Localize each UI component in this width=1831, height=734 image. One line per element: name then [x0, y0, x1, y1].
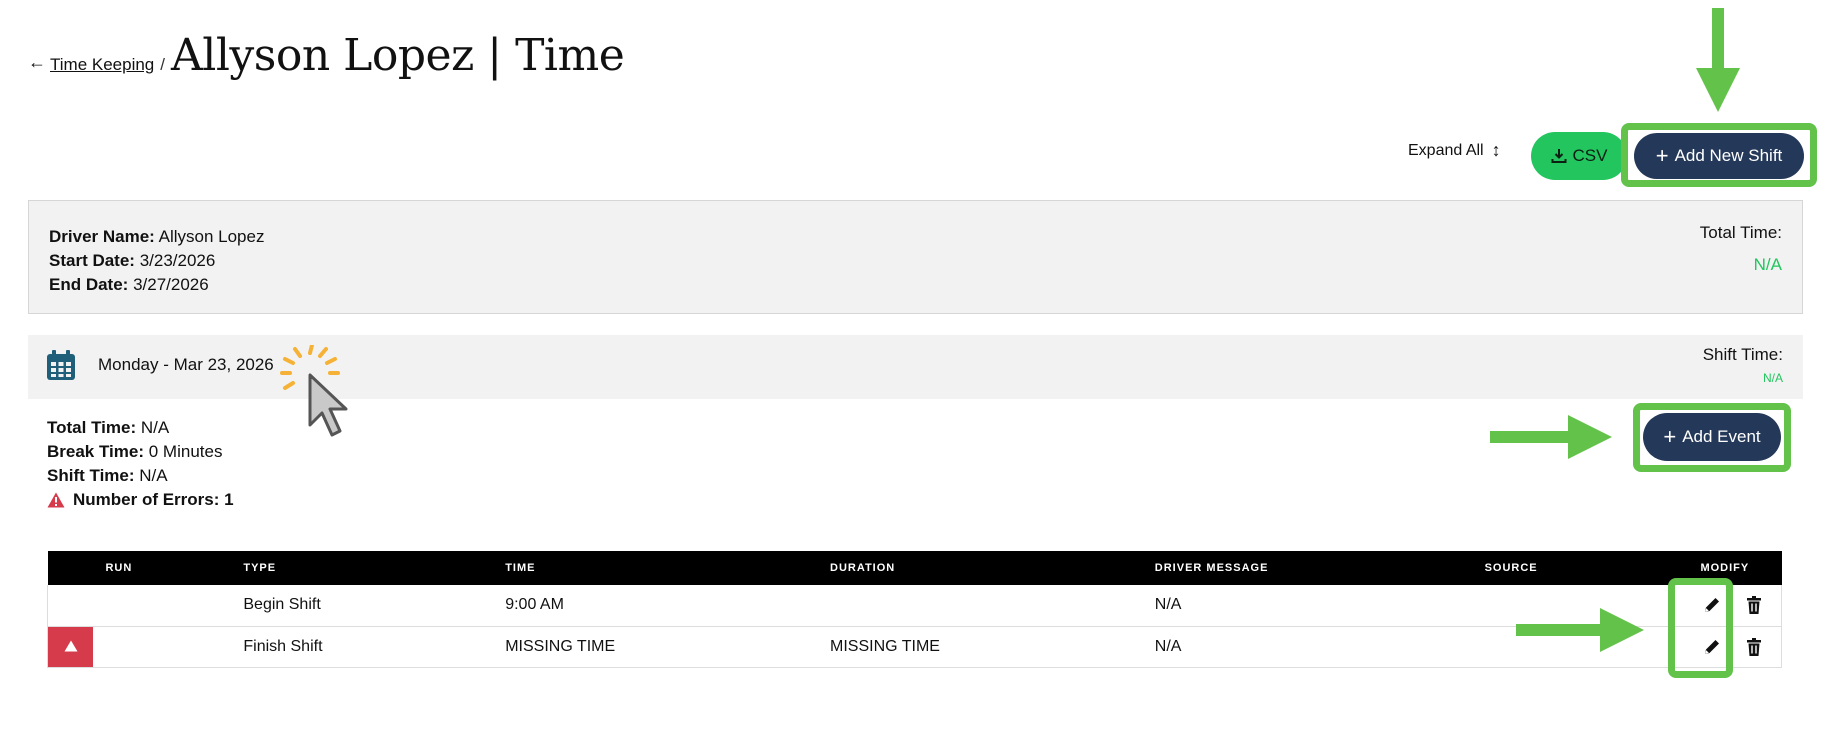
add-event-highlight-box	[1633, 403, 1791, 472]
driver-summary-panel: Driver Name: Allyson Lopez Start Date: 3…	[28, 200, 1803, 314]
break-time-value: 0 Minutes	[148, 442, 223, 461]
run-cell	[93, 626, 243, 667]
csv-label: CSV	[1572, 146, 1608, 165]
type-cell: Begin Shift	[243, 596, 321, 614]
total-time-summary: Total Time: N/A	[1700, 223, 1782, 275]
total-time-value: N/A	[1753, 255, 1782, 274]
add-new-shift-highlight-box	[1621, 123, 1817, 187]
start-date-value: 3/23/2026	[139, 251, 216, 270]
back-arrow-icon[interactable]: ←	[28, 52, 46, 73]
down-arrow-annotation-icon	[1696, 8, 1740, 112]
duration-cell	[830, 585, 1155, 626]
break-time-row: Break Time: 0 Minutes	[47, 442, 223, 461]
row-flag-cell	[48, 585, 94, 626]
day-shift-time-value: N/A	[139, 466, 168, 485]
start-date-row: Start Date: 3/23/2026	[49, 251, 216, 270]
time-keeping-link[interactable]: Time Keeping	[50, 55, 154, 75]
driver-message-column-header[interactable]: DRIVER MESSAGE	[1155, 551, 1485, 585]
end-date-value: 3/27/2026	[133, 275, 209, 294]
warning-icon	[64, 640, 78, 652]
csv-download-button[interactable]: CSV	[1531, 132, 1627, 180]
right-arrow-annotation-icon	[1516, 608, 1644, 652]
shift-time-value: N/A	[1762, 371, 1783, 385]
edit-icons-highlight-box	[1668, 578, 1733, 678]
type-cell: Finish Shift	[243, 637, 323, 655]
driver-summary-details: Driver Name: Allyson Lopez Start Date: 3…	[49, 225, 264, 297]
driver-name-value: Allyson Lopez	[158, 227, 265, 246]
breadcrumb-separator: /	[160, 55, 165, 74]
time-column-header[interactable]: TIME	[505, 551, 830, 585]
warning-icon	[47, 492, 65, 508]
expand-all-button[interactable]: Expand All ↕	[1408, 140, 1501, 161]
duration-cell: MISSING TIME	[830, 637, 940, 655]
delete-trash-icon[interactable]	[1744, 637, 1764, 657]
shift-time-label: Shift Time:	[1702, 345, 1783, 364]
delete-trash-icon[interactable]	[1744, 595, 1764, 615]
shift-time-summary: Shift Time: N/A	[1703, 345, 1783, 385]
page-title: Allyson Lopez | Time	[171, 30, 625, 81]
type-column-header[interactable]: TYPE	[243, 551, 505, 585]
day-total-time-row: Total Time: N/A	[47, 418, 170, 437]
day-title: Monday - Mar 23, 2026	[98, 355, 274, 374]
driver-name-row: Driver Name: Allyson Lopez	[49, 227, 265, 246]
day-total-time-value: N/A	[140, 418, 170, 437]
time-cell: MISSING TIME	[505, 637, 616, 655]
time-cell: 9:00 AM	[505, 596, 564, 614]
error-count-row: Number of Errors: 1	[47, 488, 234, 512]
source-column-header[interactable]: SOURCE	[1485, 551, 1695, 585]
click-cursor-icon	[280, 345, 348, 437]
download-icon	[1551, 149, 1567, 163]
end-date-row: End Date: 3/27/2026	[49, 275, 209, 294]
row-error-flag-cell	[47, 626, 94, 667]
expand-all-label: Expand All	[1408, 141, 1484, 159]
breadcrumb: ← Time Keeping / Allyson Lopez | Time	[28, 30, 625, 90]
error-count-label: Number of Errors: 1	[73, 490, 234, 509]
table-header-row: RUN TYPE TIME DURATION DRIVER MESSAGE SO…	[47, 551, 1782, 585]
duration-column-header[interactable]: DURATION	[830, 551, 1155, 585]
right-arrow-annotation-icon	[1490, 415, 1612, 459]
run-column-header[interactable]: RUN	[93, 551, 243, 585]
run-cell	[93, 585, 243, 626]
total-time-label: Total Time:	[1699, 223, 1782, 242]
expand-collapse-icon: ↕	[1491, 140, 1501, 160]
day-details: Total Time: N/A Break Time: 0 Minutes Sh…	[47, 416, 234, 512]
flag-column-header	[48, 551, 94, 585]
calendar-icon	[47, 350, 75, 380]
driver-message-cell: N/A	[1154, 596, 1182, 614]
driver-message-cell: N/A	[1154, 637, 1182, 655]
day-shift-time-row: Shift Time: N/A	[47, 466, 168, 485]
